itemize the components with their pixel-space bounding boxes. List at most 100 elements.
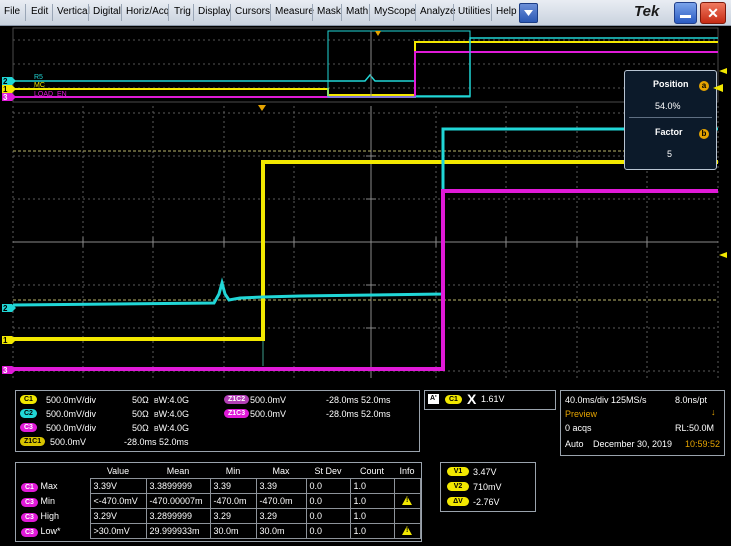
meas-name: Min — [40, 495, 55, 506]
factor-value[interactable]: 5 — [667, 149, 672, 159]
svg-text:3: 3 — [3, 93, 8, 102]
meas-source-badge: C3 — [21, 512, 38, 522]
ch3-badge[interactable]: C3 — [20, 423, 37, 432]
meas-count: 1.0 — [349, 508, 395, 524]
menu-separator — [341, 4, 342, 21]
menu-digital[interactable]: Digital — [93, 6, 121, 17]
meas-count: 1.0 — [349, 478, 395, 494]
cursor-delta-value: -2.76V — [473, 497, 500, 507]
brand-logo: Tek — [634, 3, 660, 20]
z1c1-badge[interactable]: Z1C1 — [20, 437, 46, 446]
meas-count: 1.0 — [349, 523, 395, 539]
meas-mean: -470.00007m — [145, 493, 211, 509]
meas-value: <-470.0mV — [89, 493, 147, 509]
measurements-table: Value Mean Min Max St Dev Count Info C1 … — [18, 464, 421, 539]
meas-info: ! — [393, 493, 421, 509]
menu-separator — [52, 4, 53, 21]
table-row[interactable]: C3 Low* >30.0mV 29.999933m 30.0m 30.0m 0… — [18, 523, 421, 539]
close-button[interactable]: ✕ — [700, 2, 726, 24]
table-row[interactable]: C3 High 3.29V 3.2899999 3.29 3.29 0.0 1.… — [18, 508, 421, 524]
position-value[interactable]: 54.0% — [655, 101, 681, 111]
meas-max: -470.0m — [255, 493, 307, 509]
chevron-down-icon — [524, 10, 533, 16]
cursor-readout-panel[interactable]: V1 3.47V V2 710mV ΔV -2.76V — [440, 462, 536, 512]
menu-trig[interactable]: Trig — [174, 6, 191, 17]
acq-count: 0 acqs — [565, 423, 592, 433]
meas-stdev: 0.0 — [305, 493, 351, 509]
minimize-button[interactable] — [674, 2, 697, 24]
warning-icon: ! — [402, 525, 412, 535]
meas-mean: 3.2899999 — [145, 508, 211, 524]
ch2-badge[interactable]: C2 — [20, 409, 37, 418]
menu-analyze[interactable]: Analyze — [420, 6, 456, 17]
trigger-panel[interactable]: A' C1 X 1.61V — [424, 390, 556, 410]
z1c2-badge[interactable]: Z1C2 — [224, 395, 250, 404]
measurements-panel[interactable]: Value Mean Min Max St Dev Count Info C1 … — [15, 462, 422, 542]
svg-text:1: 1 — [3, 336, 8, 345]
menu-mask[interactable]: Mask — [317, 6, 341, 17]
menu-separator — [121, 4, 122, 21]
menu-separator — [25, 4, 26, 21]
menu-math[interactable]: Math — [346, 6, 368, 17]
menu-horiz-acq[interactable]: Horiz/Acq — [126, 6, 169, 17]
menu-utilities[interactable]: Utilities — [458, 6, 490, 17]
menu-help[interactable]: Help — [496, 6, 517, 17]
menu-measure[interactable]: Measure — [275, 6, 314, 17]
menu-cursors[interactable]: Cursors — [235, 6, 270, 17]
ch2-scale: 500.0mV/div — [46, 409, 97, 419]
ch2-impedance: 50Ω — [132, 409, 149, 419]
date: December 30, 2019 — [593, 439, 673, 449]
menu-myscope[interactable]: MyScope — [374, 6, 416, 17]
header-spacer — [18, 464, 90, 479]
meas-source-badge: C3 — [21, 527, 38, 537]
col-header-stdev: St Dev — [314, 466, 342, 476]
meas-name: High — [40, 510, 59, 521]
meas-value: 3.29V — [89, 508, 147, 524]
trigger-source-badge: C1 — [445, 395, 462, 404]
position-pointer-icon — [713, 84, 723, 92]
cursor-v1-value: 3.47V — [473, 467, 497, 477]
zoom-position-panel[interactable]: Position a 54.0% Factor b 5 — [624, 70, 717, 170]
menu-file[interactable]: File — [4, 6, 20, 17]
z1c3-scale: 500.0mV — [250, 409, 287, 419]
panel-divider — [629, 117, 712, 118]
col-header-count: Count — [359, 466, 385, 476]
z1c2-scale: 500.0mV — [250, 395, 287, 405]
z1c1-scale: 500.0mV — [50, 437, 87, 447]
menu-vertical[interactable]: Vertical — [57, 6, 90, 17]
channel-settings-panel[interactable]: C1 500.0mV/div 50Ω BW:4.0G C2 500.0mV/di… — [15, 390, 420, 452]
ch3-bandwidth: BW:4.0G — [154, 423, 190, 433]
ch2-bandwidth: BW:4.0G — [154, 409, 190, 419]
menu-dropdown-button[interactable] — [519, 3, 538, 23]
table-row[interactable]: C1 Max 3.39V 3.3899999 3.39 3.39 0.0 1.0 — [18, 478, 421, 494]
waveform-display[interactable]: R5 MC LOAD_EN 2 1 3 2 1 3 Position a 54.… — [0, 26, 731, 386]
meas-name: Max — [40, 480, 58, 491]
meas-max: 3.39 — [255, 478, 307, 494]
menu-edit[interactable]: Edit — [31, 6, 48, 17]
menu-display[interactable]: Display — [198, 6, 231, 17]
col-header-min: Min — [225, 466, 241, 476]
meas-min: -470.0m — [209, 493, 257, 509]
meas-stdev: 0.0 — [305, 478, 351, 494]
z1c1-range: -28.0ms 52.0ms — [124, 437, 189, 447]
ch3-scale: 500.0mV/div — [46, 423, 97, 433]
menu-separator — [415, 4, 416, 21]
ch1-badge[interactable]: C1 — [20, 395, 37, 404]
ch3-impedance: 50Ω — [132, 423, 149, 433]
menu-separator — [88, 4, 89, 21]
meas-stdev: 0.0 — [305, 508, 351, 524]
trigger-level: 1.61V — [481, 394, 505, 404]
meas-max: 3.29 — [255, 508, 307, 524]
meas-min: 3.29 — [209, 508, 257, 524]
acquisition-panel[interactable]: 40.0ms/div 125MS/s 8.0ns/pt Preview ↓ 0 … — [560, 390, 725, 456]
warning-icon: ! — [402, 495, 412, 505]
z1c3-badge[interactable]: Z1C3 — [224, 409, 250, 418]
menu-separator — [453, 4, 454, 21]
menu-separator — [369, 4, 370, 21]
meas-max: 30.0m — [255, 523, 307, 539]
meas-stdev: 0.0 — [305, 523, 351, 539]
knob-a-icon: a — [699, 81, 709, 91]
table-row[interactable]: C3 Min <-470.0mV -470.00007m -470.0m -47… — [18, 493, 421, 509]
meas-mean: 3.3899999 — [145, 478, 211, 494]
ch1-impedance: 50Ω — [132, 395, 149, 405]
